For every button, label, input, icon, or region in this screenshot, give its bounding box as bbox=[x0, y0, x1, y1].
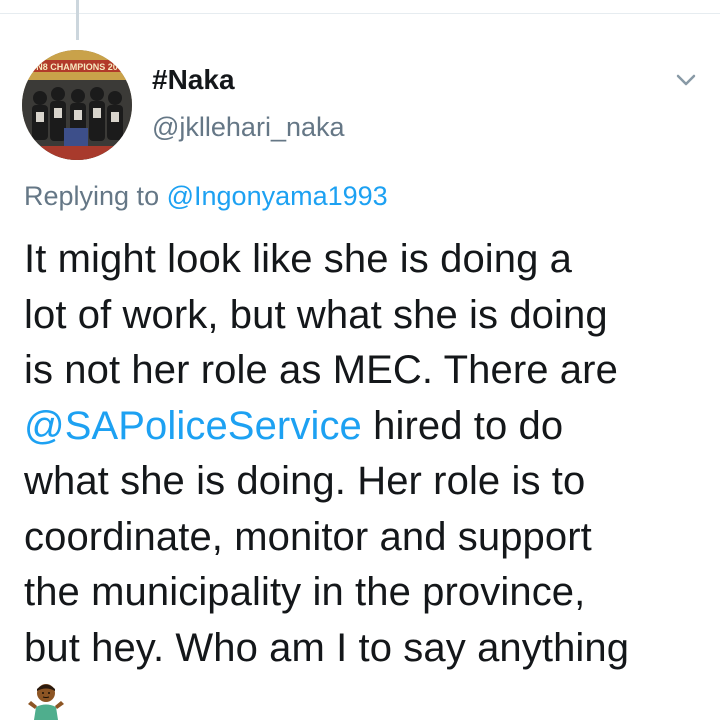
chevron-down-icon[interactable] bbox=[670, 64, 702, 96]
thread-connector-line bbox=[76, 0, 79, 40]
replying-to-label: Replying to bbox=[24, 181, 160, 211]
tweet-line: coordinate, monitor and support bbox=[24, 514, 592, 559]
user-handle[interactable]: @jkllehari_naka bbox=[152, 112, 345, 143]
tweet-line-with-mention: @SAPoliceService hired to do bbox=[24, 399, 704, 455]
replying-to-line: Replying to @Ingonyama1993 bbox=[24, 181, 388, 212]
avatar[interactable]: N8 CHAMPIONS 20 bbox=[22, 50, 132, 160]
tweet-line: but hey. Who am I to say anything bbox=[24, 625, 630, 670]
avatar-banner-text: N8 CHAMPIONS 20 bbox=[36, 62, 118, 72]
tweet-line: the municipality in the province, bbox=[24, 570, 586, 614]
tweet-text: It might look like she is doing a lot of… bbox=[24, 232, 704, 676]
display-name[interactable]: #Naka bbox=[152, 64, 235, 96]
tweet-line: It might look like she is doing a bbox=[24, 237, 573, 281]
tweet-mention-link[interactable]: @SAPoliceService bbox=[24, 404, 362, 448]
reply-mention-link[interactable]: @Ingonyama1993 bbox=[167, 181, 388, 211]
avatar-image: N8 CHAMPIONS 20 bbox=[22, 50, 132, 160]
top-divider bbox=[0, 13, 720, 14]
person-shrugging-emoji bbox=[26, 680, 66, 720]
tweet-line: lot of work, but what she is doing bbox=[24, 292, 608, 337]
tweet-line: what she is doing. Her role is to bbox=[24, 459, 586, 503]
tweet-line-rest: hired to do bbox=[373, 403, 564, 448]
tweet-line: is not her role as MEC. There are bbox=[24, 348, 618, 392]
